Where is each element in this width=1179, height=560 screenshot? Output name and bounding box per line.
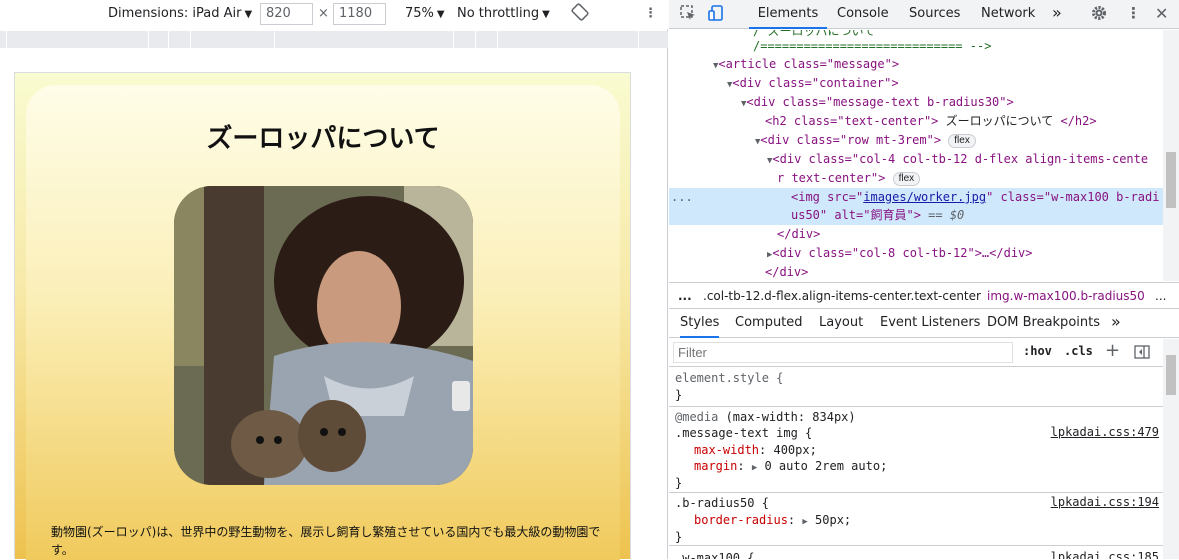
caret-down-icon: ▼	[436, 9, 445, 20]
hov-button[interactable]: :hov	[1023, 344, 1052, 358]
dom-line-col4[interactable]: ▼<div class="col-4 col-tb-12 d-flex alig…	[767, 150, 1163, 169]
page-viewport: ズーロッパについて 動物園(ズーロッパ)は、世界中の野生動物を、展示し飼育し繁殖…	[14, 72, 631, 560]
dom-line-row[interactable]: ▼<div class="row mt-3rem"> flex	[755, 131, 1163, 150]
throttling-label: No throttling	[457, 6, 540, 21]
intro-paragraph: 動物園(ズーロッパ)は、世界中の野生動物を、展示し飼育し繁殖させている国内でも最…	[51, 525, 601, 557]
dom-line-menu-icon[interactable]: ...	[671, 188, 693, 207]
rule-message-text-img[interactable]: @media (max-width: 834px) .message-text …	[669, 408, 1163, 493]
worker-photo	[174, 186, 473, 485]
source-link[interactable]: lpkadai.css:185	[1051, 550, 1159, 559]
height-input[interactable]: 1180	[333, 3, 386, 25]
dom-line-div-close[interactable]: </div>	[777, 225, 1163, 244]
tab-event-listeners[interactable]: Event Listeners	[880, 315, 980, 330]
times-sign: ×	[318, 6, 329, 21]
expand-triangle-icon[interactable]: ▶	[802, 517, 807, 527]
dom-line-message-text[interactable]: ▼<div class="message-text b-radius30">	[741, 93, 1163, 112]
throttling-select[interactable]: No throttling ▼	[457, 5, 550, 24]
dom-tree: / ズーロッパについて /===========================…	[669, 30, 1163, 281]
styles-scrollbar[interactable]	[1163, 339, 1179, 559]
devtools-panel: Elements Console Sources Network » ⋮ ✕ /…	[669, 0, 1179, 559]
dom-line-col4-cont[interactable]: r text-center"> flex	[777, 169, 1163, 188]
width-input[interactable]: 820	[260, 3, 313, 25]
breadcrumb-more-end[interactable]: ...	[1155, 283, 1166, 308]
tab-console[interactable]: Console	[837, 6, 889, 21]
tab-elements[interactable]: Elements	[749, 0, 827, 29]
inspect-element-icon[interactable]	[679, 4, 697, 26]
tab-styles[interactable]: Styles	[680, 309, 720, 338]
flex-badge[interactable]: flex	[948, 133, 976, 148]
device-label: Dimensions: iPad Air	[108, 6, 242, 21]
device-select[interactable]: Dimensions: iPad Air ▼	[108, 5, 252, 24]
rule-w-max100[interactable]: .w-max100 { lpkadai.css:185	[669, 547, 1163, 559]
source-link[interactable]: lpkadai.css:479	[1051, 425, 1159, 439]
tab-computed[interactable]: Computed	[735, 315, 803, 330]
dom-line[interactable]: /============================ -->	[753, 37, 1163, 56]
media-query-ruler[interactable]	[0, 31, 668, 48]
scrollbar-thumb[interactable]	[1166, 152, 1176, 208]
kebab-icon[interactable]: ⋮	[644, 5, 657, 23]
zoom-select[interactable]: 75% ▼	[405, 5, 445, 24]
tab-sources[interactable]: Sources	[909, 6, 960, 21]
styles-tabbar: Styles Computed Layout Event Listeners D…	[669, 309, 1179, 338]
close-icon[interactable]: ✕	[1155, 4, 1168, 23]
kebab-icon[interactable]: ⋮	[1126, 4, 1141, 22]
caret-down-icon: ▼	[542, 9, 550, 20]
breadcrumb-item-col[interactable]: .col-tb-12.d-flex.align-items-center.tex…	[703, 283, 981, 308]
dom-tree-scrollbar[interactable]	[1163, 30, 1179, 281]
breadcrumb: ... .col-tb-12.d-flex.align-items-center…	[669, 282, 1179, 309]
filter-input[interactable]	[673, 342, 1013, 363]
flex-badge[interactable]: flex	[892, 171, 921, 186]
device-emulation-pane: Dimensions: iPad Air ▼ 820 × 1180 75% ▼ No…	[0, 0, 668, 560]
caret-down-icon: ▼	[244, 9, 253, 20]
message-text-box: ズーロッパについて 動物園(ズーロッパ)は、世界中の野生動物を、展示し飼育し繁殖…	[26, 85, 620, 560]
tab-network[interactable]: Network	[981, 6, 1035, 21]
breadcrumb-more[interactable]: ...	[678, 283, 692, 308]
new-rule-icon[interactable]: +	[1105, 340, 1120, 361]
dom-line-h2[interactable]: <h2 class="text-center"> ズーロッパについて </h2>	[765, 112, 1163, 131]
device-toggle-icon[interactable]	[707, 4, 725, 26]
toggle-sidebar-icon[interactable]	[1134, 344, 1150, 364]
more-tabs-icon[interactable]: »	[1052, 3, 1062, 22]
dom-line-article[interactable]: ▼<article class="message">	[713, 55, 1163, 74]
rotate-icon[interactable]	[571, 3, 589, 27]
dom-line-img-selected[interactable]: ... <img src="images/worker.jpg" class="w…	[669, 188, 1163, 207]
dom-line-container[interactable]: ▼<div class="container">	[727, 74, 1163, 93]
dom-line-div-close[interactable]: </div>	[765, 263, 1163, 281]
tab-layout[interactable]: Layout	[819, 315, 863, 330]
img-src-link[interactable]: images/worker.jpg	[863, 190, 986, 204]
breadcrumb-item-img[interactable]: img.w-max100.b-radius50	[987, 283, 1145, 308]
source-link[interactable]: lpkadai.css:194	[1051, 495, 1159, 509]
tab-dom-breakpoints[interactable]: DOM Breakpoints	[987, 315, 1100, 330]
scrollbar-thumb[interactable]	[1166, 355, 1176, 395]
devtools-tabbar: Elements Console Sources Network » ⋮ ✕	[669, 0, 1179, 29]
rule-element-style[interactable]: element.style { }	[669, 368, 1163, 407]
styles-rules: element.style { } @media (max-width: 834…	[669, 368, 1163, 559]
cls-button[interactable]: .cls	[1064, 344, 1093, 358]
styles-filter-bar: :hov .cls +	[669, 339, 1163, 367]
page-heading: ズーロッパについて	[206, 124, 440, 154]
rule-b-radius50[interactable]: .b-radius50 { lpkadai.css:194 border-rad…	[669, 494, 1163, 546]
dom-line-img-selected-cont[interactable]: us50" alt="飼育員"> == $0	[669, 206, 1163, 225]
settings-icon[interactable]	[1090, 4, 1108, 26]
zoom-label: 75%	[405, 6, 434, 21]
expand-triangle-icon[interactable]: ▶	[752, 463, 757, 473]
device-toolbar: Dimensions: iPad Air ▼ 820 × 1180 75% ▼ No…	[0, 0, 668, 29]
dom-line-col8[interactable]: ▶<div class="col-8 col-tb-12">…</div>	[767, 244, 1163, 263]
more-style-tabs-icon[interactable]: »	[1111, 312, 1121, 331]
